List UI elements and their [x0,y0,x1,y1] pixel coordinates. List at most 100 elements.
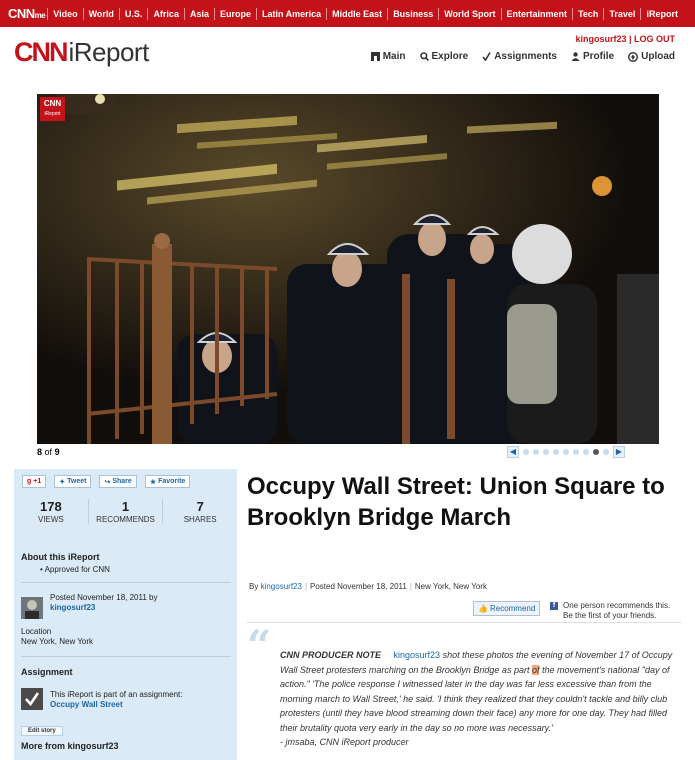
posted-date: Posted November 18, 2011 by [50,593,158,602]
byline-user-link[interactable]: kingosurf23 [261,582,302,591]
byline-posted: Posted November 18, 2011 [310,582,407,591]
location-value: New York, New York [21,637,94,646]
nav-latin-america[interactable]: Latin America [255,7,326,20]
facebook-icon: f [550,602,558,610]
nav-europe[interactable]: Europe [213,7,256,20]
logout-link[interactable]: LOG OUT [634,34,675,44]
cnn-ireport-logo[interactable]: CNN iReport [14,37,149,68]
share-icon: ↪ [104,478,111,486]
slideshow-photo[interactable]: CNN iReport [37,94,659,444]
producer-note: “ CNN PRODUCER NOTE kingosurf23 shot the… [247,622,681,760]
checkmark-icon [482,52,491,61]
facebook-recommend-button[interactable]: 👍 Recommend [473,601,541,616]
share-button[interactable]: ↪ Share [99,475,137,488]
avatar[interactable] [21,597,43,619]
sidebar-divider [21,656,231,657]
nav-entertainment[interactable]: Entertainment [500,7,573,20]
nav-assignments-label: Assignments [494,51,557,62]
edit-story-button[interactable]: Edit story [21,726,63,736]
slide-dot-9[interactable] [603,449,609,455]
approved-status: Approved for CNN [40,565,110,574]
slide-dot-3[interactable] [543,449,549,455]
ireport-main-nav: Main Explore Assignments Profile Upload [370,51,675,62]
site-header: CNN iReport kingosurf23 | LOG OUT Main E… [0,27,695,91]
quote-mark-icon: “ [247,621,272,670]
stat-shares: 7 SHARES [162,499,237,524]
shares-count: 7 [196,499,204,514]
posted-info: Posted November 18, 2011 by kingosurf23 [50,593,157,613]
cnn-me-logo[interactable]: CNNme [8,6,46,21]
slide-dot-2[interactable] [533,449,539,455]
slide-dot-4[interactable] [553,449,559,455]
byline-by: By [249,582,259,591]
location-label: Location [21,627,52,636]
person-icon [571,52,580,61]
nav-asia[interactable]: Asia [183,7,214,20]
nav-world[interactable]: World [82,7,119,20]
logo-ireport-text: iReport [68,37,150,67]
slide-counter: 8 of 9 [37,447,60,457]
nav-video[interactable]: Video [47,7,82,20]
share-bar: g +1 ✦ Tweet ↪ Share ★ Favorite [22,475,191,488]
protest-photo [37,94,659,444]
slide-pager: ◀ ▶ [507,446,625,458]
article-byline: By kingosurf23 | Posted November 18, 2011 |… [249,582,487,591]
nav-world-sport[interactable]: World Sport [438,7,500,20]
nav-ireport[interactable]: iReport [640,7,683,20]
search-icon [419,52,429,61]
nav-profile[interactable]: Profile [571,51,614,62]
assignment-check-icon [21,688,43,710]
upload-icon [628,51,639,62]
star-icon: ★ [149,478,157,486]
views-label: VIEWS [37,515,64,524]
posted-user-link[interactable]: kingosurf23 [50,603,95,612]
nav-main-label: Main [382,51,406,62]
views-count: 178 [39,499,62,514]
username-link[interactable]: kingosurf23 [575,34,626,44]
assignment-link[interactable]: Occupy Wall Street [50,700,123,709]
assignment-info: This iReport is part of an assignment: O… [50,690,183,710]
more-from-heading: More from kingosurf23 [21,741,119,751]
nav-explore[interactable]: Explore [419,51,469,62]
prev-slide-button[interactable]: ◀ [507,446,519,458]
report-stats: 178 VIEWS 1 RECOMMENDS 7 SHARES [14,499,237,524]
slide-dot-1[interactable] [523,449,529,455]
tweet-button[interactable]: ✦ Tweet [54,475,92,488]
nav-upload-label: Upload [641,51,675,62]
nav-main[interactable]: Main [370,51,406,62]
google-plus-button[interactable]: g +1 [22,475,47,488]
nav-upload[interactable]: Upload [628,51,675,62]
producer-note-user-link[interactable]: kingosurf23 [394,650,441,660]
google-plus-icon: g [27,478,32,485]
nav-assignments[interactable]: Assignments [482,51,557,62]
twitter-icon: ✦ [59,478,66,486]
nav-us[interactable]: U.S. [118,7,148,20]
home-icon [370,52,380,61]
stat-recommends: 1 RECOMMENDS [87,499,163,524]
nav-africa[interactable]: Africa [147,7,184,20]
nav-middle-east[interactable]: Middle East [326,7,387,20]
sidebar-divider [21,582,231,583]
user-links: kingosurf23 | LOG OUT [575,34,675,44]
user-photo-icon [21,597,43,619]
assignment-text: This iReport is part of an assignment: [50,690,183,699]
nav-tech[interactable]: Tech [572,7,603,20]
slide-dot-6[interactable] [573,449,579,455]
slide-dot-7[interactable] [583,449,589,455]
next-slide-button[interactable]: ▶ [613,446,625,458]
recommends-count: 1 [121,499,130,514]
recommends-label: RECOMMENDS [96,515,155,524]
favorite-button[interactable]: ★ Favorite [144,475,191,488]
assignment-heading: Assignment [21,667,73,677]
report-sidebar: g +1 ✦ Tweet ↪ Share ★ Favorite 178 VIEWS 1 … [14,469,237,760]
nav-travel[interactable]: Travel [603,7,640,20]
nav-business[interactable]: Business [387,7,438,20]
nav-explore-label: Explore [431,51,469,62]
logo-cnn-text: CNN [14,37,68,67]
nav-profile-label: Profile [582,51,615,62]
cnn-ireport-badge: CNN iReport [40,97,65,121]
slide-dot-8[interactable] [593,449,599,455]
producer-note-text: CNN PRODUCER NOTE kingosurf23 shot these… [280,648,680,750]
shares-label: SHARES [183,515,217,524]
slide-dot-5[interactable] [563,449,569,455]
